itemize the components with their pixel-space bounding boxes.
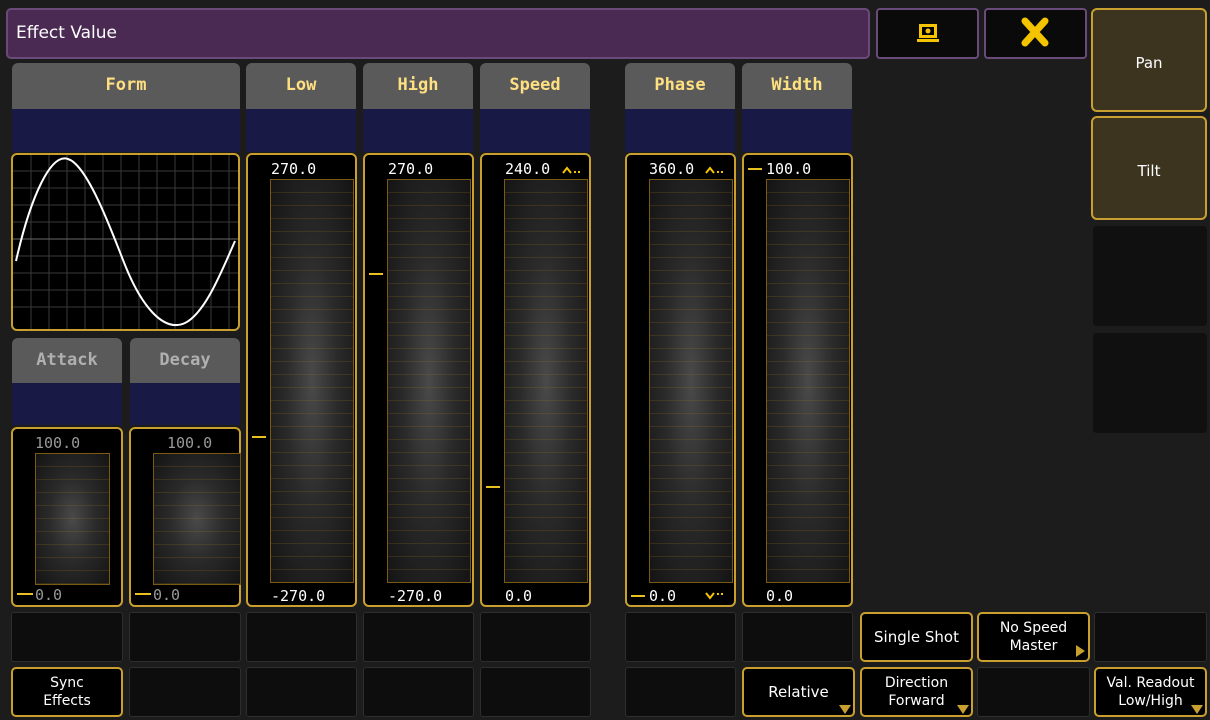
- width-fader[interactable]: 100.0 0.0: [742, 153, 853, 607]
- header-decay[interactable]: Decay: [130, 338, 240, 383]
- high-value-field[interactable]: [363, 109, 473, 152]
- speed-fader-track[interactable]: [504, 179, 588, 583]
- header-width[interactable]: Width: [742, 63, 852, 109]
- dropdown-arrow-icon: [957, 705, 969, 714]
- speed-value-field[interactable]: [480, 109, 590, 152]
- no-speed-master-label: No Speed Master: [999, 620, 1068, 654]
- width-max-value: 100.0: [766, 160, 812, 178]
- single-shot-label: Single Shot: [874, 628, 959, 646]
- dropdown-arrow-icon: [839, 705, 851, 714]
- phase-fader-track[interactable]: [649, 179, 733, 583]
- high-fader-track[interactable]: [387, 179, 471, 583]
- phase-fader-marker[interactable]: [631, 595, 645, 597]
- high-max-value: 270.0: [388, 160, 434, 178]
- width-fader-track[interactable]: [766, 179, 850, 583]
- attack-fader[interactable]: 100.0 0.0: [11, 427, 123, 607]
- header-high[interactable]: High: [363, 63, 473, 109]
- empty-cell[interactable]: [363, 612, 474, 662]
- direction-button[interactable]: Direction Forward: [860, 667, 973, 717]
- high-fader-marker[interactable]: [369, 273, 383, 275]
- decay-max-value: 100.0: [167, 434, 213, 452]
- empty-cell[interactable]: [625, 667, 736, 717]
- header-form[interactable]: Form: [12, 63, 240, 109]
- decay-fader[interactable]: 100.0 0.0: [129, 427, 241, 607]
- form-value-field[interactable]: [12, 109, 240, 152]
- empty-cell[interactable]: [246, 667, 357, 717]
- decay-fader-marker[interactable]: [135, 593, 151, 595]
- dropdown-arrow-icon: [1191, 705, 1203, 714]
- empty-cell[interactable]: [129, 612, 241, 662]
- empty-cell[interactable]: [480, 612, 591, 662]
- width-value-field[interactable]: [742, 109, 852, 152]
- high-fader[interactable]: 270.0 -270.0: [363, 153, 474, 607]
- low-fader[interactable]: 270.0 -270.0: [246, 153, 357, 607]
- empty-cell[interactable]: [977, 667, 1090, 717]
- low-min-value: -270.0: [271, 587, 326, 605]
- speed-max-value: 240.0: [505, 160, 551, 178]
- chevron-up-icon: [562, 166, 580, 174]
- relative-button[interactable]: Relative: [742, 667, 855, 717]
- single-shot-button[interactable]: Single Shot: [860, 612, 973, 662]
- header-phase[interactable]: Phase: [625, 63, 735, 109]
- close-x-icon: [1021, 17, 1049, 47]
- attack-value-field[interactable]: [12, 383, 122, 425]
- chevron-up-icon: [705, 166, 723, 174]
- decay-min-value: 0.0: [153, 586, 181, 604]
- relative-label: Relative: [768, 683, 829, 701]
- attack-fader-marker[interactable]: [17, 593, 33, 595]
- empty-cell[interactable]: [11, 612, 123, 662]
- speed-min-value: 0.0: [505, 587, 533, 605]
- low-fader-track[interactable]: [270, 179, 354, 583]
- val-readout-label: Val. Readout Low/High: [1106, 675, 1195, 709]
- speed-fader[interactable]: 240.0 0.0: [480, 153, 591, 607]
- phase-max-value: 360.0: [649, 160, 695, 178]
- sync-effects-button[interactable]: Sync Effects: [11, 667, 123, 717]
- sine-wave-preview: [13, 155, 238, 329]
- close-button[interactable]: [984, 8, 1087, 59]
- submenu-arrow-icon: [1076, 645, 1085, 657]
- header-attack[interactable]: Attack: [12, 338, 122, 383]
- attack-max-value: 100.0: [35, 434, 81, 452]
- direction-label: Direction Forward: [884, 675, 949, 709]
- attack-fader-track[interactable]: [35, 453, 110, 585]
- pan-button[interactable]: Pan: [1091, 8, 1207, 112]
- empty-cell[interactable]: [129, 667, 241, 717]
- decay-fader-track[interactable]: [153, 453, 241, 585]
- high-min-value: -270.0: [388, 587, 443, 605]
- sync-effects-label: Sync Effects: [43, 675, 91, 709]
- empty-cell[interactable]: [1094, 612, 1207, 662]
- empty-cell[interactable]: [246, 612, 357, 662]
- pan-label: Pan: [1135, 54, 1163, 72]
- phase-fader[interactable]: 360.0 0.0: [625, 153, 736, 607]
- low-fader-marker[interactable]: [252, 436, 266, 438]
- empty-side-slot[interactable]: [1093, 226, 1207, 326]
- low-max-value: 270.0: [271, 160, 317, 178]
- width-fader-marker[interactable]: [748, 168, 762, 170]
- low-value-field[interactable]: [246, 109, 356, 152]
- header-low[interactable]: Low: [246, 63, 356, 109]
- empty-side-slot[interactable]: [1093, 333, 1207, 433]
- phase-min-value: 0.0: [649, 587, 677, 605]
- empty-cell[interactable]: [625, 612, 736, 662]
- empty-cell[interactable]: [742, 612, 853, 662]
- window-title: Effect Value: [16, 23, 118, 43]
- no-speed-master-button[interactable]: No Speed Master: [977, 612, 1090, 662]
- header-speed[interactable]: Speed: [480, 63, 590, 109]
- empty-cell[interactable]: [480, 667, 591, 717]
- decay-value-field[interactable]: [130, 383, 240, 425]
- camera-screen-icon: [917, 24, 939, 42]
- screenshot-button[interactable]: [876, 8, 979, 59]
- attack-min-value: 0.0: [35, 586, 63, 604]
- empty-cell[interactable]: [363, 667, 474, 717]
- speed-fader-marker[interactable]: [486, 486, 500, 488]
- form-preview[interactable]: [11, 153, 240, 331]
- tilt-label: Tilt: [1137, 162, 1161, 180]
- width-min-value: 0.0: [766, 587, 794, 605]
- val-readout-button[interactable]: Val. Readout Low/High: [1094, 667, 1207, 717]
- window-title-bar: Effect Value: [6, 8, 870, 59]
- tilt-button[interactable]: Tilt: [1091, 116, 1207, 220]
- phase-value-field[interactable]: [625, 109, 735, 152]
- chevron-down-icon: [705, 592, 723, 600]
